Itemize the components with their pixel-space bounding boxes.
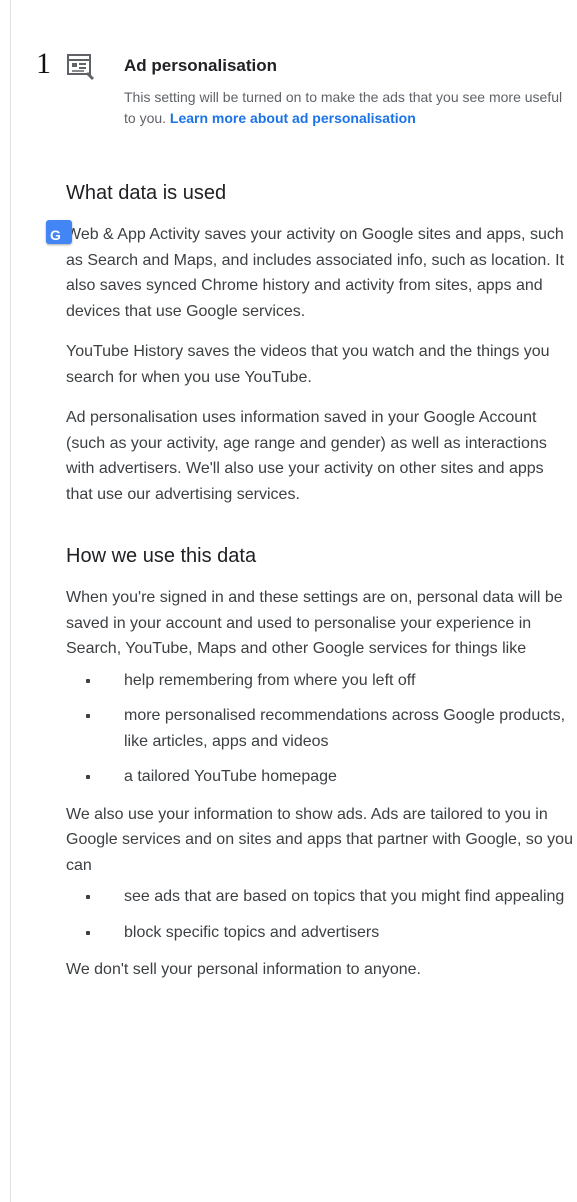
closing-paragraph: We don't sell your personal information … [66, 961, 421, 978]
list-item: more personalised recommendations across… [66, 703, 574, 754]
how-intro-paragraph: When you're signed in and these settings… [66, 589, 563, 657]
setting-title: Ad personalisation [124, 56, 278, 75]
list-item: help remembering from where you left off [66, 668, 574, 694]
ad-window-icon [67, 54, 94, 80]
left-divider [10, 0, 11, 1202]
experience-bullet-list: help remembering from where you left off… [66, 668, 574, 790]
learn-more-link[interactable]: Learn more about ad personalisation [170, 110, 416, 126]
web-app-activity-paragraph: G Web & App Activity saves your activity… [46, 220, 574, 324]
what-data-heading: What data is used [66, 182, 227, 204]
ads-intro-paragraph: We also use your information to show ads… [66, 805, 573, 874]
youtube-history-paragraph: YouTube History saves the videos that yo… [66, 343, 550, 386]
list-item: a tailored YouTube homepage [66, 764, 574, 790]
list-item: block specific topics and advertisers [66, 920, 574, 946]
main-content: What data is used G Web & App Activity s… [46, 178, 574, 983]
how-data-heading: How we use this data [66, 545, 257, 567]
setting-description: This setting will be turned on to make t… [124, 87, 574, 129]
ad-personalisation-paragraph: Ad personalisation uses information save… [66, 409, 547, 503]
list-item: see ads that are based on topics that yo… [66, 884, 574, 910]
ads-bullet-list: see ads that are based on topics that yo… [66, 884, 574, 945]
google-translate-icon[interactable]: G [46, 220, 72, 244]
step-number: 1 [36, 47, 51, 80]
web-app-activity-text: Web & App Activity saves your activity o… [66, 226, 565, 320]
